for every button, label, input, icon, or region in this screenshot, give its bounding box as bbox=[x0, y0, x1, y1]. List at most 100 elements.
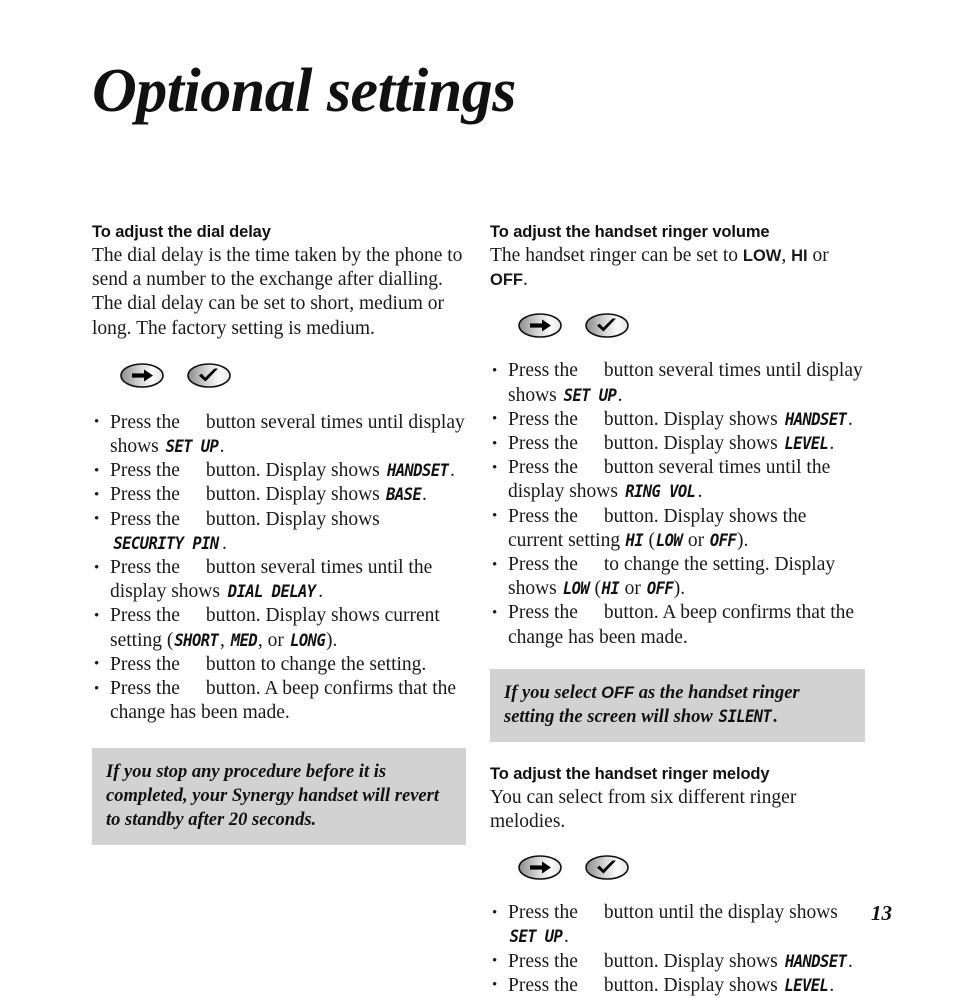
section-intro-ringer-volume: The handset ringer can be set to LOW, HI… bbox=[490, 244, 865, 292]
lcd-display-text: HANDSET bbox=[784, 951, 847, 971]
list-item: Press thebutton. Display shows current s… bbox=[92, 604, 467, 652]
step-pre: Press the bbox=[110, 653, 180, 675]
list-item: Press the button. Display shows BASE. bbox=[92, 483, 467, 507]
list-item: Press the button. Display shows SECURITY … bbox=[92, 507, 467, 556]
list-item: Press theto change the setting. Display … bbox=[490, 553, 865, 601]
key-icon-row-ringer-melody bbox=[490, 855, 865, 889]
intro-mid: , bbox=[781, 245, 792, 266]
lcd-display-text: BASE bbox=[385, 485, 422, 505]
step-pre: Press the bbox=[508, 902, 578, 924]
step-pre: Press the bbox=[508, 360, 578, 382]
option-low: LOW bbox=[742, 247, 782, 265]
intro-mid: or bbox=[807, 245, 829, 266]
right-arrow-key-icon[interactable] bbox=[120, 363, 164, 388]
check-mark-key-icon[interactable] bbox=[585, 313, 629, 339]
step-pre: Press the bbox=[110, 460, 180, 482]
list-item: Press thebutton several times until disp… bbox=[92, 410, 467, 459]
note-text: If you stop any procedure before it is c… bbox=[106, 762, 439, 831]
list-item: Press thebutton. Display shows HANDSET. bbox=[490, 949, 865, 974]
steps-list-dial-delay: Press thebutton several times until disp… bbox=[92, 410, 467, 726]
note-box-silent-display: If you select OFF as the handset ringer … bbox=[490, 668, 865, 742]
intro-tail: . bbox=[523, 269, 528, 291]
step-pre: Press the bbox=[508, 433, 578, 455]
lcd-display-text: HI bbox=[601, 579, 620, 599]
list-item: Press thebutton until the display shows … bbox=[490, 901, 865, 949]
list-item: Press thebutton several times until disp… bbox=[490, 359, 865, 407]
option-off: OFF bbox=[601, 683, 635, 702]
lcd-display-text: OFF bbox=[709, 530, 737, 550]
step-mid: or bbox=[683, 529, 710, 551]
list-item: Press thebutton. A beep confirms that th… bbox=[490, 601, 865, 649]
step-post: button. Display shows bbox=[603, 974, 778, 996]
step-pre: Press the bbox=[110, 678, 180, 700]
note-box-procedure-timeout: If you stop any procedure before it is c… bbox=[92, 748, 466, 846]
lcd-display-text: LEVEL bbox=[784, 434, 828, 454]
step-tail: . bbox=[847, 408, 853, 430]
step-post: button. Display shows bbox=[603, 433, 778, 455]
lcd-display-text: OFF bbox=[646, 579, 674, 599]
note-tail: . bbox=[773, 706, 778, 727]
step-tail: . bbox=[318, 581, 324, 603]
page-title: Optional settings bbox=[92, 57, 516, 125]
step-post: button until the display shows bbox=[603, 902, 838, 924]
step-tail: ). bbox=[737, 529, 749, 551]
list-item: Press thebutton. Display shows HANDSET. bbox=[92, 459, 467, 483]
step-tail: . bbox=[449, 460, 455, 482]
list-item: Press the button. Display shows LEVEL. bbox=[490, 973, 865, 998]
list-item: Press the button to change the setting. bbox=[92, 652, 467, 677]
step-pre: Press the bbox=[508, 505, 578, 527]
lcd-display-text: LONG bbox=[289, 630, 326, 650]
left-column: To adjust the dial delay The dial delay … bbox=[92, 222, 467, 846]
lcd-display-text: MED bbox=[230, 630, 258, 650]
step-pre: Press the bbox=[110, 605, 180, 627]
lcd-display-text: HI bbox=[625, 530, 644, 550]
option-off: OFF bbox=[490, 271, 523, 290]
list-item: Press thebutton. A beep confirms that th… bbox=[92, 677, 467, 725]
lcd-display-text: SET UP bbox=[165, 437, 218, 457]
lcd-display-text: LOW bbox=[562, 579, 589, 599]
step-pre: Press the bbox=[508, 408, 578, 430]
step-tail: . bbox=[829, 433, 835, 455]
list-item: Press the button. Display shows LEVEL. bbox=[490, 432, 865, 456]
step-tail: . bbox=[564, 926, 569, 948]
key-icon-row-ringer-volume bbox=[490, 313, 865, 347]
step-post: button. Display shows bbox=[603, 408, 778, 430]
lcd-display-text: SET UP bbox=[563, 385, 616, 405]
list-item: Press thebutton. Display shows the curre… bbox=[490, 504, 865, 553]
step-pre: Press the bbox=[110, 508, 180, 530]
right-column: To adjust the handset ringer volume The … bbox=[490, 222, 865, 998]
lcd-display-text: SECURITY PIN bbox=[113, 533, 219, 553]
lcd-display-text: HANDSET bbox=[386, 461, 449, 481]
note-pre: If you select bbox=[504, 682, 602, 703]
check-mark-key-icon[interactable] bbox=[585, 855, 629, 881]
step-mid: , or bbox=[257, 629, 289, 651]
section-heading-dial-delay: To adjust the dial delay bbox=[92, 223, 271, 241]
step-tail: . bbox=[617, 384, 623, 406]
step-mid: , bbox=[220, 629, 230, 651]
step-pre: Press the bbox=[508, 554, 578, 576]
steps-list-ringer-volume: Press thebutton several times until disp… bbox=[490, 359, 865, 649]
steps-list-ringer-melody: Press thebutton until the display shows … bbox=[490, 901, 865, 998]
step-tail: . bbox=[697, 481, 703, 503]
step-tail: . bbox=[222, 532, 227, 554]
option-hi: HI bbox=[791, 247, 808, 265]
lcd-display-text: SHORT bbox=[174, 630, 219, 650]
step-pre: Press the bbox=[508, 457, 578, 479]
lcd-display-text: SILENT bbox=[718, 706, 772, 726]
lcd-display-text: RING VOL bbox=[625, 482, 696, 502]
step-mid: ( bbox=[589, 578, 602, 600]
step-mid: or bbox=[619, 578, 646, 600]
list-item: Press thebutton several times until the … bbox=[490, 456, 865, 504]
check-mark-key-icon[interactable] bbox=[187, 363, 231, 388]
right-arrow-key-icon[interactable] bbox=[518, 313, 562, 339]
step-pre: Press the bbox=[508, 602, 578, 624]
step-tail: . bbox=[829, 974, 835, 996]
lcd-display-text: HANDSET bbox=[784, 409, 847, 429]
step-tail: ). bbox=[673, 578, 686, 600]
page-number: 13 bbox=[871, 901, 892, 925]
step-tail: . bbox=[421, 484, 427, 506]
right-arrow-key-icon[interactable] bbox=[518, 855, 562, 881]
list-item: Press the button. Display shows HANDSET. bbox=[490, 407, 865, 432]
step-mid: ( bbox=[643, 529, 656, 551]
step-pre: Press the bbox=[110, 411, 180, 433]
